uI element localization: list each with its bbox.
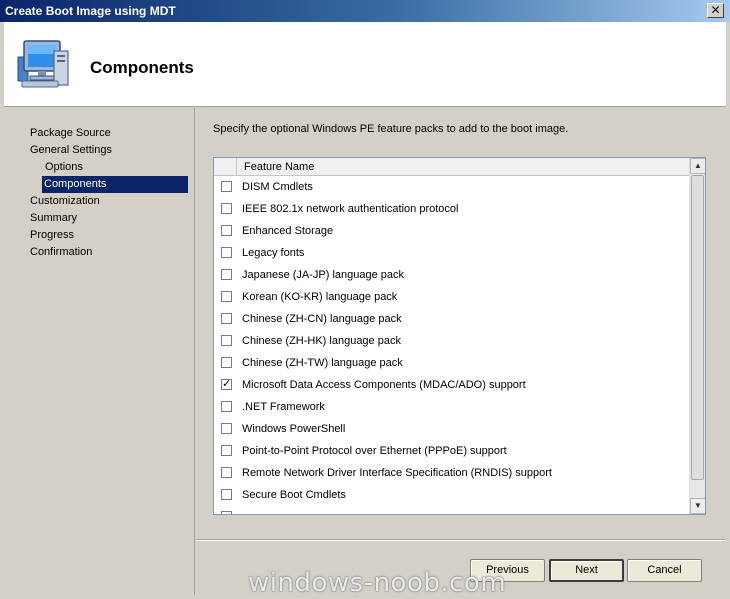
- footer-divider: [196, 539, 726, 541]
- nav-item-customization[interactable]: Customization: [28, 193, 100, 210]
- feature-label: Chinese (ZH-HK) language pack: [242, 335, 401, 347]
- feature-rows: DISM Cmdlets IEEE 802.1x network authenti…: [214, 177, 689, 514]
- feature-label: Point-to-Point Protocol over Ethernet (P…: [242, 445, 507, 457]
- feature-checkbox[interactable]: [221, 467, 232, 478]
- feature-checkbox[interactable]: [221, 445, 232, 456]
- feature-label: Remote Network Driver Interface Specific…: [242, 467, 552, 479]
- feature-row[interactable]: DISM Cmdlets: [214, 177, 689, 199]
- nav-item-options[interactable]: Options: [43, 159, 83, 176]
- feature-checkbox[interactable]: [221, 357, 232, 368]
- feature-row[interactable]: Remote Network Driver Interface Specific…: [214, 463, 689, 485]
- checkbox-column-header[interactable]: [214, 158, 237, 176]
- feature-row[interactable]: ✓ Microsoft Data Access Components (MDAC/…: [214, 375, 689, 397]
- feature-label: DISM Cmdlets: [242, 181, 313, 193]
- feature-row[interactable]: Chinese (ZH-HK) language pack: [214, 331, 689, 353]
- title-bar: Create Boot Image using MDT ✕: [0, 0, 730, 22]
- cancel-button[interactable]: Cancel: [627, 559, 702, 582]
- feature-checkbox[interactable]: [221, 489, 232, 500]
- vertical-scrollbar[interactable]: ▲ ▼: [689, 158, 705, 514]
- feature-row[interactable]: Legacy fonts: [214, 243, 689, 265]
- list-header: Feature Name: [214, 158, 690, 176]
- feature-checkbox[interactable]: [221, 181, 232, 192]
- feature-row[interactable]: Point-to-Point Protocol over Ethernet (P…: [214, 441, 689, 463]
- feature-row[interactable]: IEEE 802.1x network authentication proto…: [214, 199, 689, 221]
- feature-checkbox[interactable]: [221, 203, 232, 214]
- scroll-up-button[interactable]: ▲: [690, 158, 705, 174]
- feature-label: .NET Framework: [242, 401, 325, 413]
- feature-checkbox[interactable]: [221, 401, 232, 412]
- feature-label: Chinese (ZH-CN) language pack: [242, 313, 402, 325]
- nav-item-confirmation[interactable]: Confirmation: [28, 244, 92, 261]
- nav-item-progress[interactable]: Progress: [28, 227, 74, 244]
- feature-checkbox[interactable]: [221, 511, 232, 514]
- feature-row[interactable]: Japanese (JA-JP) language pack: [214, 265, 689, 287]
- wizard-window: Create Boot Image using MDT ✕ Components…: [0, 0, 730, 599]
- feature-label: Japanese (JA-JP) language pack: [242, 269, 405, 281]
- nav-item-components[interactable]: Components: [42, 176, 188, 193]
- nav-item-package-source[interactable]: Package Source: [28, 125, 111, 142]
- close-button[interactable]: ✕: [707, 3, 724, 18]
- feature-checkbox[interactable]: [221, 291, 232, 302]
- feature-checkbox[interactable]: [221, 423, 232, 434]
- feature-label: Microsoft Data Access Components (MDAC/A…: [242, 379, 526, 391]
- feature-row[interactable]: Enhanced Storage: [214, 221, 689, 243]
- feature-row[interactable]: Chinese (ZH-TW) language pack: [214, 353, 689, 375]
- watermark: windows-noob.com: [248, 568, 507, 598]
- feature-checkbox[interactable]: ✓: [221, 379, 232, 390]
- page-title: Components: [90, 58, 194, 77]
- feature-row[interactable]: Chinese (ZH-CN) language pack: [214, 309, 689, 331]
- feature-label: Legacy fonts: [242, 247, 305, 259]
- feature-label: Windows PowerShell: [242, 423, 346, 435]
- feature-checkbox[interactable]: [221, 313, 232, 324]
- feature-label: Korean (KO-KR) language pack: [242, 291, 398, 303]
- feature-row[interactable]: Korean (KO-KR) language pack: [214, 287, 689, 309]
- content-pane: Specify the optional Windows PE feature …: [196, 108, 726, 595]
- scroll-thumb[interactable]: [691, 175, 704, 480]
- feature-checkbox[interactable]: [221, 269, 232, 280]
- feature-row[interactable]: Windows PowerShell: [214, 419, 689, 441]
- computer-icon: [17, 40, 69, 88]
- instruction-text: Specify the optional Windows PE feature …: [213, 123, 569, 135]
- window-title: Create Boot Image using MDT: [5, 4, 176, 18]
- feature-row[interactable]: .NET Framework: [214, 397, 689, 419]
- feature-row[interactable]: [214, 507, 689, 514]
- scroll-down-button[interactable]: ▼: [690, 498, 705, 514]
- feature-checkbox[interactable]: [221, 225, 232, 236]
- feature-row[interactable]: Secure Boot Cmdlets: [214, 485, 689, 507]
- feature-label: Enhanced Storage: [242, 225, 334, 237]
- wizard-header: Components: [4, 22, 726, 107]
- wizard-nav: Package Source General Settings Options …: [4, 108, 195, 595]
- next-button[interactable]: Next: [549, 559, 624, 582]
- feature-checkbox[interactable]: [221, 335, 232, 346]
- nav-item-summary[interactable]: Summary: [28, 210, 77, 227]
- feature-label: Secure Boot Cmdlets: [242, 489, 346, 501]
- feature-label: Chinese (ZH-TW) language pack: [242, 357, 403, 369]
- nav-item-general-settings[interactable]: General Settings: [28, 142, 112, 159]
- feature-checkbox[interactable]: [221, 247, 232, 258]
- feature-list[interactable]: Feature Name DISM Cmdlets IEEE 802.1x net…: [213, 157, 706, 515]
- feature-label: IEEE 802.1x network authentication proto…: [242, 203, 459, 215]
- feature-name-header[interactable]: Feature Name: [244, 158, 314, 176]
